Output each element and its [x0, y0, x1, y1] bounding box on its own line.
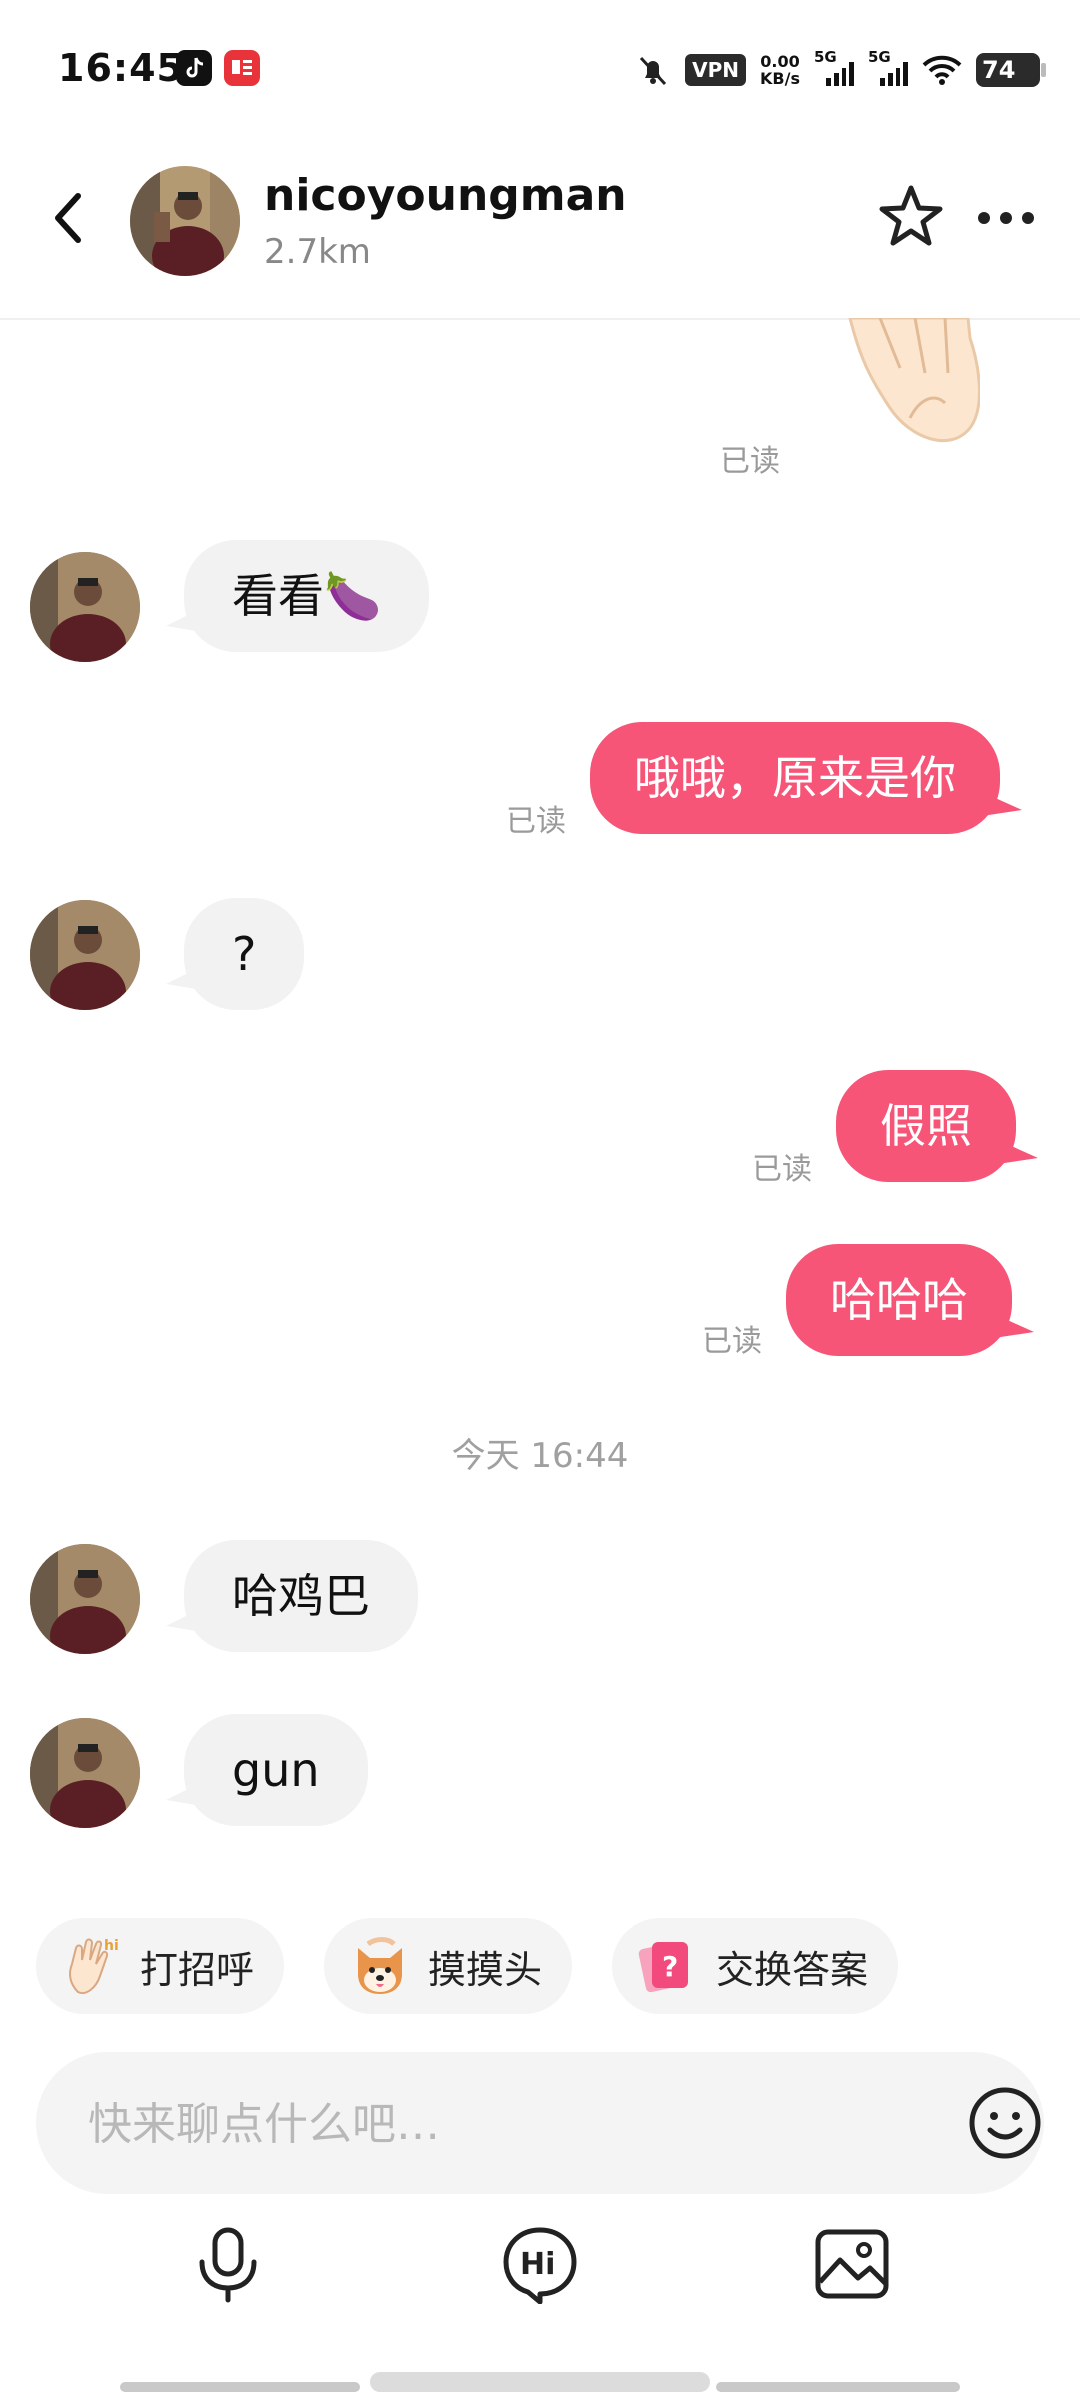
mute-bell-icon — [640, 56, 667, 86]
svg-text:Hi: Hi — [520, 2247, 555, 2282]
news-app-icon — [224, 50, 260, 86]
question-card-icon: ? — [638, 1942, 688, 1993]
net-speed-value: 0.00 — [760, 52, 800, 71]
battery-icon: 74 — [976, 53, 1046, 87]
nav-indicator-center — [370, 2372, 710, 2392]
outgoing-message[interactable]: 假照 — [836, 1070, 1038, 1182]
wave-hi-icon: hi — [69, 1938, 119, 1994]
quick-reply-pat-head[interactable]: 摸摸头 — [324, 1918, 573, 2014]
vpn-badge: VPN — [685, 54, 747, 86]
battery-level: 74 — [982, 56, 1016, 84]
nav-indicator-left — [120, 2382, 360, 2392]
header-avatar[interactable] — [130, 166, 240, 276]
read-receipt: 已读 — [506, 804, 566, 839]
smiley-icon[interactable] — [968, 2086, 1042, 2160]
incoming-message[interactable]: ? — [165, 898, 305, 1010]
status-time: 16:45 — [58, 46, 184, 90]
svg-text:?: ? — [662, 1950, 678, 1983]
shiba-dog-icon — [358, 1937, 402, 1994]
message-composer — [36, 2052, 1044, 2196]
hi-bubble-icon[interactable]: Hi — [500, 2224, 580, 2304]
signal-label: 5G — [814, 48, 837, 66]
net-speed-unit: KB/s — [760, 69, 800, 88]
message-input[interactable] — [86, 2052, 890, 2196]
read-receipt: 已读 — [752, 1152, 812, 1187]
svg-text:hi: hi — [104, 1938, 119, 1954]
image-icon[interactable] — [812, 2224, 892, 2304]
wifi-icon — [922, 55, 962, 85]
time-divider: 今天 16:44 — [451, 1436, 629, 1476]
contact-name: nicoyoungman — [264, 170, 627, 221]
status-bar: 16:45 VPN 0.00 KB/s 5G 5G 74 — [0, 0, 1080, 140]
avatar[interactable] — [30, 1718, 140, 1828]
signal-label-2: 5G — [868, 48, 891, 66]
quick-reply-label: 摸摸头 — [428, 1947, 543, 1992]
incoming-message[interactable]: gun — [166, 1714, 368, 1826]
incoming-message[interactable]: 哈鸡巴 — [166, 1540, 418, 1652]
tiktok-icon — [176, 50, 212, 86]
status-right: VPN 0.00 KB/s 5G 5G 74 — [635, 48, 1046, 92]
read-receipt: 已读 — [702, 1324, 762, 1359]
contact-distance: 2.7km — [264, 232, 371, 272]
quick-reply-label: 交换答案 — [716, 1947, 869, 1992]
avatar[interactable] — [30, 900, 140, 1010]
signal-icon: 5G — [814, 48, 854, 86]
waving-hand-sticker[interactable] — [820, 318, 980, 458]
quick-reply-greet[interactable]: hi 打招呼 — [36, 1918, 285, 2014]
net-speed: 0.00 KB/s — [760, 53, 800, 87]
incoming-message[interactable]: 看看🍆 — [165, 540, 430, 652]
microphone-icon[interactable] — [188, 2224, 268, 2304]
quick-reply-exchange-answers[interactable]: ? 交换答案 — [612, 1918, 899, 2014]
read-receipt: 已读 — [720, 444, 780, 479]
quick-reply-label: 打招呼 — [140, 1947, 255, 1992]
back-arrow-icon[interactable] — [48, 188, 88, 248]
more-icon[interactable] — [976, 210, 1036, 226]
nav-indicator-right — [716, 2382, 960, 2392]
avatar[interactable] — [30, 552, 140, 662]
avatar[interactable] — [30, 1544, 140, 1654]
outgoing-message[interactable]: 哈哈哈 — [786, 1244, 1034, 1356]
signal-icon-2: 5G — [868, 48, 908, 86]
chat-header: nicoyoungman 2.7km — [0, 140, 1080, 320]
outgoing-message[interactable]: 哦哦，原来是你 — [590, 722, 1022, 834]
star-icon[interactable] — [876, 182, 946, 252]
